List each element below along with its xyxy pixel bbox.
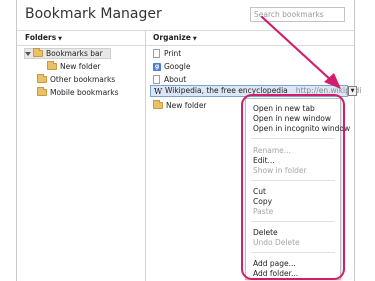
menu-separator (251, 138, 335, 139)
menu-item-edit[interactable]: Edit... (253, 156, 275, 166)
page-icon (153, 49, 160, 58)
expand-triangle-icon[interactable] (25, 51, 31, 56)
search-input[interactable] (250, 7, 345, 22)
folder-icon (47, 61, 57, 70)
tree-item-label: Other bookmarks (50, 75, 116, 84)
tree-item-label: New folder (60, 62, 101, 71)
menu-separator (251, 252, 335, 253)
list-item-about[interactable]: About (153, 74, 186, 85)
folders-menu-button[interactable]: Folders ▼ (25, 33, 62, 42)
page-icon (153, 75, 160, 84)
menu-item-rename: Rename... (253, 146, 291, 155)
pane-splitter[interactable] (145, 30, 146, 281)
organize-label: Organize (153, 33, 191, 42)
list-item-wikipedia[interactable]: W Wikipedia, the free encyclopedia http://… (150, 85, 361, 97)
folder-icon (33, 48, 43, 57)
menu-item-open-new-tab[interactable]: Open in new tab (253, 104, 315, 114)
row-dropdown-button[interactable]: ▼ (348, 86, 357, 96)
folder-icon (37, 87, 47, 96)
menu-item-undo-delete: Undo Delete (253, 238, 300, 247)
menu-item-add-folder[interactable]: Add folder... (253, 269, 298, 279)
column-header-bar: Folders ▼ Organize ▼ (17, 30, 354, 46)
google-icon: g (153, 62, 161, 71)
list-item-google[interactable]: g Google (153, 61, 190, 72)
list-item-title: Google (164, 62, 191, 71)
folders-label: Folders (25, 33, 57, 42)
tree-item-new-folder[interactable]: New folder (47, 61, 101, 72)
list-item-print[interactable]: Print (153, 48, 181, 59)
tree-item-bookmarks-bar[interactable]: Bookmarks bar (24, 48, 111, 59)
menu-item-copy[interactable]: Copy (253, 197, 272, 207)
menu-separator (251, 221, 335, 222)
list-item-new-folder[interactable]: New folder (153, 100, 207, 111)
wikipedia-icon: W (154, 86, 163, 96)
chevron-down-icon: ▼ (192, 36, 197, 42)
tree-item-mobile-bookmarks[interactable]: Mobile bookmarks (37, 87, 119, 98)
menu-item-paste: Paste (253, 207, 274, 216)
list-item-title: About (164, 75, 187, 84)
chevron-down-icon: ▼ (350, 88, 355, 94)
menu-item-open-incognito[interactable]: Open in incognito window (253, 124, 350, 134)
app-title: Bookmark Manager (25, 6, 162, 22)
menu-item-open-new-window[interactable]: Open in new window (253, 114, 331, 124)
list-item-title: Wikipedia, the free encyclopedia (165, 86, 288, 95)
menu-item-cut[interactable]: Cut (253, 187, 266, 197)
menu-item-delete[interactable]: Delete (253, 228, 278, 238)
list-item-title: Print (164, 49, 182, 58)
menu-item-add-page[interactable]: Add page... (253, 259, 296, 269)
folder-icon (37, 74, 47, 83)
chevron-down-icon: ▼ (58, 36, 63, 42)
organize-menu-button[interactable]: Organize ▼ (153, 33, 197, 42)
menu-item-show-in-folder: Show in folder (253, 166, 307, 175)
tree-item-other-bookmarks[interactable]: Other bookmarks (37, 74, 115, 85)
folder-icon (153, 100, 163, 109)
tree-item-label: Mobile bookmarks (50, 88, 119, 97)
menu-separator (251, 180, 335, 181)
header: Bookmark Manager (17, 0, 354, 30)
context-menu: Open in new tab Open in new window Open … (245, 98, 350, 280)
list-item-title: New folder (166, 101, 207, 110)
tree-item-label: Bookmarks bar (46, 49, 103, 58)
